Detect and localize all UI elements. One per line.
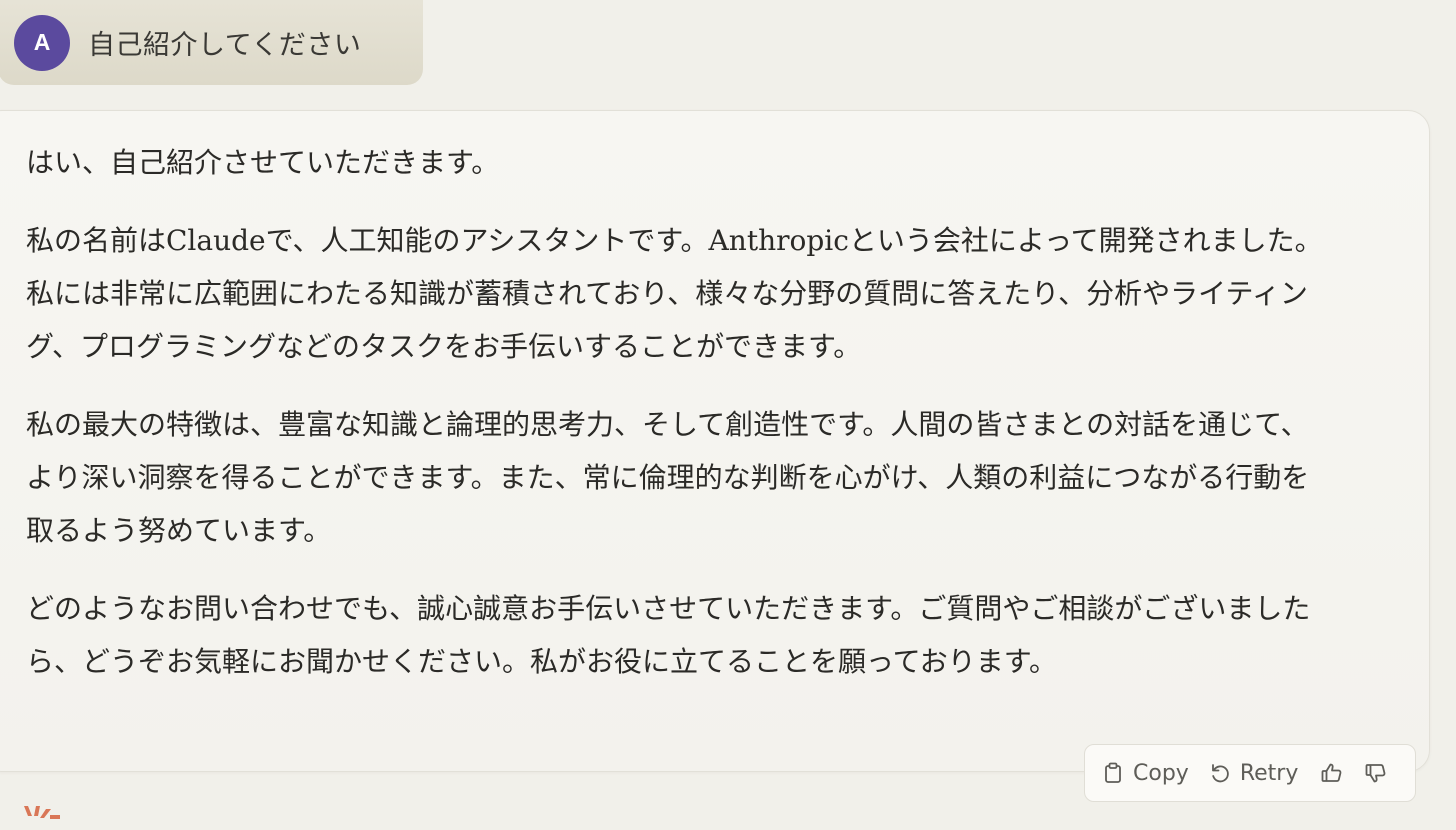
retry-icon [1209,762,1231,784]
claude-logo-icon [20,806,70,830]
user-message-bubble: A 自己紹介してください [0,0,423,85]
copy-label: Copy [1133,760,1189,786]
thumbs-up-icon [1320,761,1344,785]
message-action-bar: Copy Retry [1084,744,1416,802]
assistant-paragraph: どのようなお問い合わせでも、誠心誠意お手伝いさせていただきます。ご質問やご相談が… [26,592,1311,678]
thumbs-down-button[interactable] [1364,761,1388,785]
assistant-message-body: はい、自己紹介させていただきます。 私の名前はClaudeで、人工知能のアシスタ… [26,136,1326,713]
clipboard-icon [1103,762,1123,784]
user-message-text: 自己紹介してください [88,30,362,61]
user-avatar: A [14,14,70,71]
assistant-paragraph: はい、自己紹介させていただきます。 [26,146,500,179]
assistant-paragraph: 私の最大の特徴は、豊富な知識と論理的思考力、そして創造性です。人間の皆さまとの対… [26,408,1310,547]
retry-label: Retry [1239,760,1299,786]
thumbs-down-icon [1364,761,1388,785]
assistant-paragraph: 私の名前はClaudeで、人工知能のアシスタントです。Anthropicという会… [26,224,1323,363]
thumbs-up-button[interactable] [1320,761,1344,785]
retry-button[interactable]: Retry [1209,760,1299,786]
copy-button[interactable]: Copy [1103,761,1189,786]
